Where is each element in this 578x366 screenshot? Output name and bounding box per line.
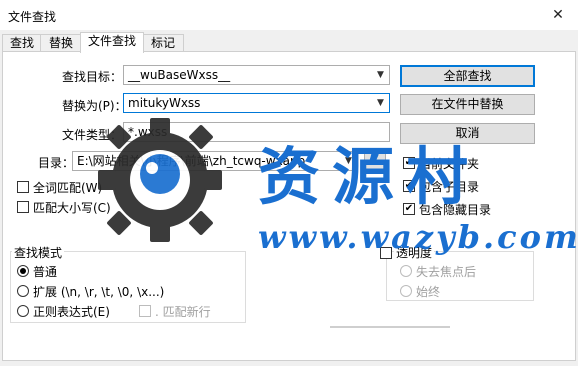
transparency-checkbox[interactable] [380,247,392,259]
follow-current-checkbox[interactable]: ✔ [403,157,415,169]
mode-normal-radio[interactable] [17,265,29,277]
match-case-checkbox[interactable] [17,201,29,213]
close-icon[interactable]: ✕ [546,4,570,26]
tab-find[interactable]: 查找 [2,34,42,52]
find-combo[interactable]: __wuBaseWxss__ ▼ [123,65,390,85]
find-all-button[interactable]: 全部查找 [400,65,535,87]
hidden-folders-checkbox[interactable]: ✔ [403,203,415,215]
browse-dir-button[interactable]: ... [364,151,386,172]
find-label: 查找目标： [62,70,123,84]
dir-label: 目录： [38,156,75,170]
dot-newline-checkbox[interactable] [139,305,151,317]
tab-mark[interactable]: 标记 [142,34,184,52]
replace-in-files-button[interactable]: 在文件中替换 [400,94,535,115]
tab-strip: 查找 替换 文件查找 标记 [0,32,578,53]
mode-normal-label: 普通 [33,265,58,279]
title-bar [0,0,578,30]
replace-label: 替换为(P)： [62,99,127,113]
cancel-button[interactable]: 取消 [400,123,535,144]
find-input-value: __wuBaseWxss__ [128,68,231,82]
replace-combo[interactable]: mitukyWxss ▼ [123,93,390,113]
follow-current-label: 当前文件夹 [419,157,480,171]
tab-replace[interactable]: 替换 [40,34,82,52]
hidden-folders-label: 包含隐藏目录 [419,203,492,217]
chevron-down-icon[interactable]: ▼ [372,94,389,112]
filetype-label: 文件类型： [62,128,123,142]
transparency-slider[interactable] [330,326,450,328]
match-case-label: 匹配大小写(C) [33,201,111,215]
mode-regex-label: 正则表达式(E) [33,305,110,319]
on-lose-focus-label: 失去焦点后 [416,265,477,279]
whole-word-checkbox[interactable] [17,181,29,193]
window-title: 文件查找 [8,10,57,24]
mode-extended-label: 扩展 (\n, \r, \t, \0, \x...) [33,285,165,299]
filetype-input-value: *.wxss [128,125,168,139]
on-lose-focus-radio[interactable] [400,265,412,277]
filetype-combo[interactable]: *.wxss [123,122,390,142]
mode-extended-radio[interactable] [17,285,29,297]
search-mode-title: 查找模式 [12,244,65,261]
dir-input-value: E:\网站相关\小程序\前端\zh_tcwq-wxapp [77,154,306,168]
subfolders-checkbox[interactable]: ✔ [403,180,415,192]
always-radio[interactable] [400,285,412,297]
mode-regex-radio[interactable] [17,305,29,317]
tab-find-in-files[interactable]: 文件查找 [80,32,144,53]
subfolders-label: 包含子目录 [419,180,480,194]
chevron-down-icon[interactable]: ▼ [372,66,389,84]
dot-newline-label: . 匹配新行 [155,305,211,319]
always-label: 始终 [416,285,441,299]
chevron-down-icon[interactable]: ▼ [340,152,357,170]
dir-combo[interactable]: E:\网站相关\小程序\前端\zh_tcwq-wxapp ▼ [72,151,358,171]
whole-word-label: 全词匹配(W) [33,181,103,195]
replace-input-value: mitukyWxss [128,96,201,110]
transparency-title: 透明度 [394,244,435,261]
